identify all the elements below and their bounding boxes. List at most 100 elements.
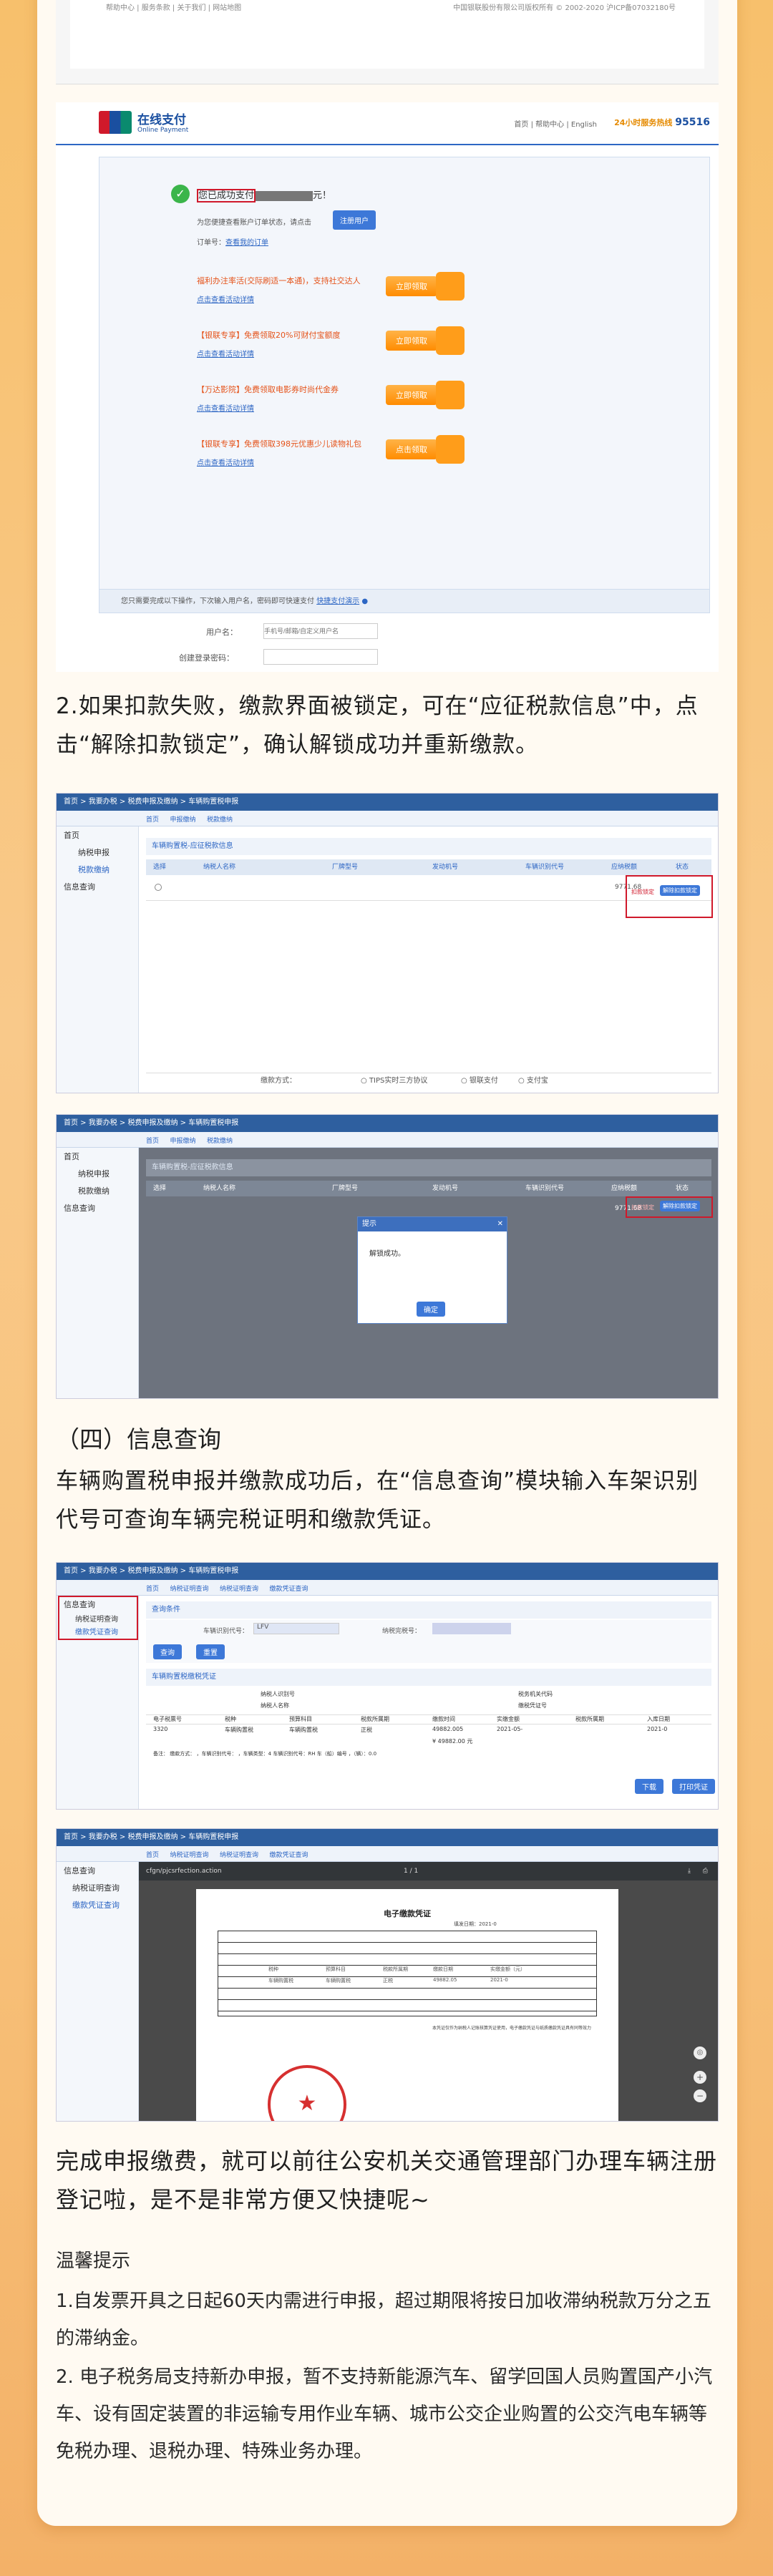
tab-home[interactable]: 首页	[146, 1584, 159, 1593]
tab-pay[interactable]: 税款缴纳	[207, 1136, 233, 1145]
username-input[interactable]	[263, 623, 378, 639]
sidebar-item-home[interactable]: 首页	[57, 1148, 138, 1165]
tax-no-input[interactable]	[432, 1623, 511, 1634]
sidebar: 首页 纳税申报 税款缴纳 信息查询	[57, 1148, 139, 1398]
nav-help[interactable]: 帮助中心	[535, 121, 564, 129]
voucher-head-row: 电子税票号 税种 预算科目 税款所属期 缴款时间 实缴金额 税款所属期 入库日期	[146, 1714, 711, 1724]
offer-button-2[interactable]: 立即领取	[386, 331, 437, 351]
pdf-toolbar: cfgn/pjcsrfection.action 1 / 1 ⤓ ⎙	[139, 1862, 718, 1880]
status-locked: 扣款锁定	[631, 1204, 654, 1211]
top-breadcrumb: 首页 > 我要办税 > 税费申报及缴纳 > 车辆购置税申报	[57, 794, 718, 811]
pay-option-alipay[interactable]: ○ 支付宝	[518, 1073, 548, 1089]
pay-method-row: 缴款方式： ○ TIPS实时三方协议 ○ 银联支付 ○ 支付宝	[146, 1073, 711, 1088]
top-breadcrumb: 首页 > 我要办税 > 税费申报及缴纳 > 车辆购置税申报	[57, 1829, 718, 1846]
field-label-password: 创建登录密码：	[179, 653, 234, 663]
offer-button-4[interactable]: 点击领取	[386, 439, 437, 459]
col-model: 厂牌型号	[332, 864, 359, 871]
gift-icon	[436, 435, 465, 464]
zoom-out-icon[interactable]: −	[694, 2089, 706, 2102]
gift-icon	[436, 381, 465, 409]
tab-voucher[interactable]: 缴款凭证查询	[270, 1584, 308, 1593]
section-title: （四）信息查询	[56, 1425, 221, 1453]
field-label-username: 用户名：	[206, 628, 238, 637]
tab-cert-2[interactable]: 纳税证明查询	[220, 1850, 258, 1859]
query-button[interactable]: 查询	[153, 1644, 182, 1659]
tab-pay[interactable]: 税款缴纳	[207, 814, 233, 824]
tab-voucher[interactable]: 缴款凭证查询	[270, 1850, 308, 1859]
col-select: 选择	[153, 1185, 167, 1192]
dialog-ok-button[interactable]: 确定	[417, 1302, 445, 1317]
vin-input[interactable]: LFV	[253, 1623, 339, 1634]
label-taxpayer-name: 纳税人名称	[261, 1702, 289, 1709]
nav-home[interactable]: 首页	[514, 121, 528, 129]
col-select: 选择	[153, 864, 167, 871]
download-button[interactable]: 下载	[635, 1779, 663, 1794]
close-icon[interactable]: ✕	[497, 1217, 503, 1231]
sidebar-item-query[interactable]: 信息查询	[57, 1199, 138, 1216]
label-voucher-no: 缴税凭证号	[518, 1702, 547, 1709]
check-icon: ✓	[171, 185, 190, 203]
unlock-button[interactable]: 解除扣款锁定	[660, 1201, 700, 1211]
offer-link-2[interactable]: 点击查看活动详情	[197, 348, 254, 358]
sidebar-item-voucher[interactable]: 缴款凭证查询	[57, 1896, 138, 1913]
tab-home[interactable]: 首页	[146, 1850, 159, 1859]
unlock-button[interactable]: 解除扣款锁定	[660, 885, 700, 896]
unionpay-logo	[99, 111, 132, 134]
sidebar-item-pay[interactable]: 税款缴纳	[57, 861, 138, 878]
print-voucher-button[interactable]: 打印凭证	[672, 1779, 715, 1794]
pay-option-unionpay[interactable]: ○ 银联支付	[461, 1073, 498, 1089]
quick-demo-link[interactable]: 快捷支付演示	[316, 597, 359, 605]
pay-option-tips[interactable]: ○ TIPS实时三方协议	[361, 1073, 427, 1089]
password-input[interactable]	[263, 649, 378, 665]
tab-cert[interactable]: 纳税证明查询	[170, 1850, 209, 1859]
tab-declare[interactable]: 申报缴纳	[170, 1136, 196, 1145]
sidebar-item-query[interactable]: 信息查询	[57, 1862, 138, 1879]
doc-date: 填发日期：2021-0	[454, 1921, 497, 1927]
print-icon[interactable]: ⎙	[703, 1862, 708, 1880]
logo-cn: 在线支付	[137, 113, 186, 127]
reset-button[interactable]: 重置	[196, 1644, 225, 1659]
sidebar-item-pay[interactable]: 税款缴纳	[57, 1182, 138, 1199]
sidebar-item-voucher[interactable]: 缴款凭证查询	[75, 1626, 118, 1636]
footer-copyright: 中国银联股份有限公司版权所有 © 2002-2020 沪ICP备07032180…	[453, 4, 676, 12]
row-radio[interactable]	[155, 884, 162, 891]
tab-cert-2[interactable]: 纳税证明查询	[220, 1584, 258, 1593]
top-breadcrumb: 首页 > 我要办税 > 税费申报及缴纳 > 车辆购置税申报	[57, 1115, 718, 1132]
grid-row: 车辆购置税 车辆购置税 正税 49882.05 2021-0	[218, 1977, 596, 1988]
sidebar-item-cert[interactable]: 纳税证明查询	[57, 1879, 138, 1896]
tab-bar: 首页 纳税证明查询 纳税证明查询 缴款凭证查询	[57, 1580, 718, 1596]
query-panel-title: 查询条件	[146, 1601, 711, 1619]
tab-home[interactable]: 首页	[146, 1136, 159, 1145]
zoom-in-icon[interactable]: +	[694, 2071, 706, 2084]
nav-english[interactable]: English	[571, 121, 597, 129]
offer-link-4[interactable]: 点击查看活动详情	[197, 457, 254, 467]
register-button[interactable]: 注册用户	[333, 210, 376, 230]
zoom-fit-icon[interactable]: ◎	[694, 2046, 706, 2059]
logo-en: Online Payment	[137, 127, 189, 134]
screenshot-pdf-voucher: 首页 > 我要办税 > 税费申报及缴纳 > 车辆购置税申报 首页 纳税证明查询 …	[56, 1828, 719, 2122]
success-suffix: 元！	[313, 190, 332, 201]
success-panel: ✓ 您已成功支付 元！ 为您便捷查看账户订单状态，请点击 注册用户 订单号：查看我…	[99, 157, 710, 629]
sidebar-item-declare[interactable]: 纳税申报	[57, 844, 138, 861]
offer-button-3[interactable]: 立即领取	[386, 385, 437, 405]
sidebar-item-query[interactable]: 信息查询	[57, 878, 138, 895]
offer-link-3[interactable]: 点击查看活动详情	[197, 402, 254, 413]
col-model: 厂牌型号	[332, 1185, 359, 1192]
tab-home[interactable]: 首页	[146, 814, 159, 824]
tab-declare[interactable]: 申报缴纳	[170, 814, 196, 824]
order-link[interactable]: 查看我的订单	[225, 239, 268, 247]
screenshot-unionpay-success: 在线支付 Online Payment 首页 | 帮助中心 | English …	[56, 102, 719, 672]
instruction-text-1: 2.如果扣款失败，缴款界面被锁定，可在“应征税款信息”中，点击“解除扣款锁定”，…	[56, 693, 699, 758]
sidebar-item-home[interactable]: 首页	[57, 826, 138, 844]
offer-link-1[interactable]: 点击查看活动详情	[197, 293, 254, 304]
panel-title: 车辆购置税-应征税款信息	[146, 1159, 711, 1176]
tab-cert[interactable]: 纳税证明查询	[170, 1584, 209, 1593]
offer-button-1[interactable]: 立即领取	[386, 276, 437, 296]
footer-links[interactable]: 帮助中心 | 服务条款 | 关于我们 | 网站地图	[106, 1, 241, 12]
col-vin: 车辆识别代号	[525, 1185, 565, 1192]
download-icon[interactable]: ⤓	[688, 1862, 691, 1880]
sidebar-item-declare[interactable]: 纳税申报	[57, 1165, 138, 1182]
table-header: 选择 纳税人名称 厂牌型号 发动机号 车辆识别代号 应纳税额 状态	[146, 1181, 711, 1196]
unionpay-header: 在线支付 Online Payment 首页 | 帮助中心 | English …	[56, 102, 719, 145]
sidebar-item-cert[interactable]: 纳税证明查询	[75, 1613, 118, 1624]
